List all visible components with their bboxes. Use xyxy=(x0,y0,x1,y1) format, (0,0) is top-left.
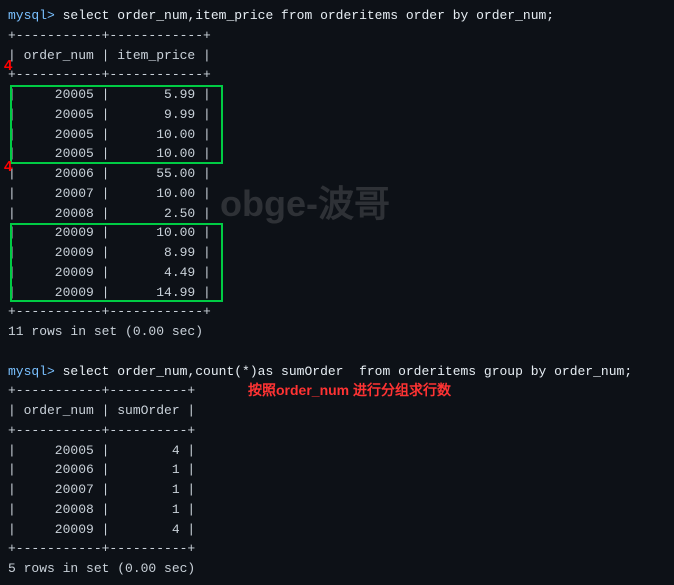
query2-section: mysql> select order_num,count(*)as sumOr… xyxy=(8,362,666,579)
table1-result: 11 rows in set (0.00 sec) xyxy=(8,322,666,342)
table2-row-4: | 20008 | 1 | xyxy=(8,500,666,520)
annotation-4-top: 4 xyxy=(4,57,12,74)
table1-top-sep: +-----------+------------+ xyxy=(8,26,666,46)
annotation-group-by: 按照order_num 进行分组求行数 xyxy=(248,380,656,400)
query1-prompt: mysql> select order_num,item_price from … xyxy=(8,6,666,26)
table2-row-3: | 20007 | 1 | xyxy=(8,480,666,500)
table1-row-10: | 20009 | 4.49 | xyxy=(8,263,666,283)
empty-line xyxy=(8,342,666,362)
table1-row-9: | 20009 | 8.99 | xyxy=(8,243,666,263)
table2-bottom-sep: +-----------+----------+ xyxy=(8,539,666,559)
table1-row-4: | 20005 | 10.00 | xyxy=(8,144,666,164)
table1-row-6: | 20007 | 10.00 | xyxy=(8,184,666,204)
table2-row-5: | 20009 | 4 | xyxy=(8,520,666,540)
query2-prompt: mysql> select order_num,count(*)as sumOr… xyxy=(8,362,666,382)
table1-row-1: | 20005 | 5.99 | xyxy=(8,85,666,105)
table1-row-5: | 20006 | 55.00 | xyxy=(8,164,666,184)
table2-result: 5 rows in set (0.00 sec) xyxy=(8,559,666,579)
table1-row-3: | 20005 | 10.00 | xyxy=(8,125,666,145)
terminal: mysql> select order_num,item_price from … xyxy=(0,0,674,585)
query1-section: mysql> select order_num,item_price from … xyxy=(8,6,666,342)
table1-row-8: | 20009 | 10.00 | xyxy=(8,223,666,243)
table2: +-----------+----------+ | order_num | s… xyxy=(8,381,666,579)
table1-row-7: | 20008 | 2.50 | xyxy=(8,204,666,224)
table2-row-2: | 20006 | 1 | xyxy=(8,460,666,480)
table2-row-1: | 20005 | 4 | xyxy=(8,441,666,461)
table2-header: | order_num | sumOrder | xyxy=(8,401,666,421)
annotation-4-bottom: 4 xyxy=(4,158,12,175)
table1: +-----------+------------+ | order_num |… xyxy=(8,26,666,342)
table2-header-sep: +-----------+----------+ xyxy=(8,421,666,441)
table1-header: | order_num | item_price | xyxy=(8,46,666,66)
table1-bottom-sep: +-----------+------------+ xyxy=(8,302,666,322)
table1-row-11: | 20009 | 14.99 | xyxy=(8,283,666,303)
table1-row-2: | 20005 | 9.99 | xyxy=(8,105,666,125)
table1-header-sep: +-----------+------------+ xyxy=(8,65,666,85)
